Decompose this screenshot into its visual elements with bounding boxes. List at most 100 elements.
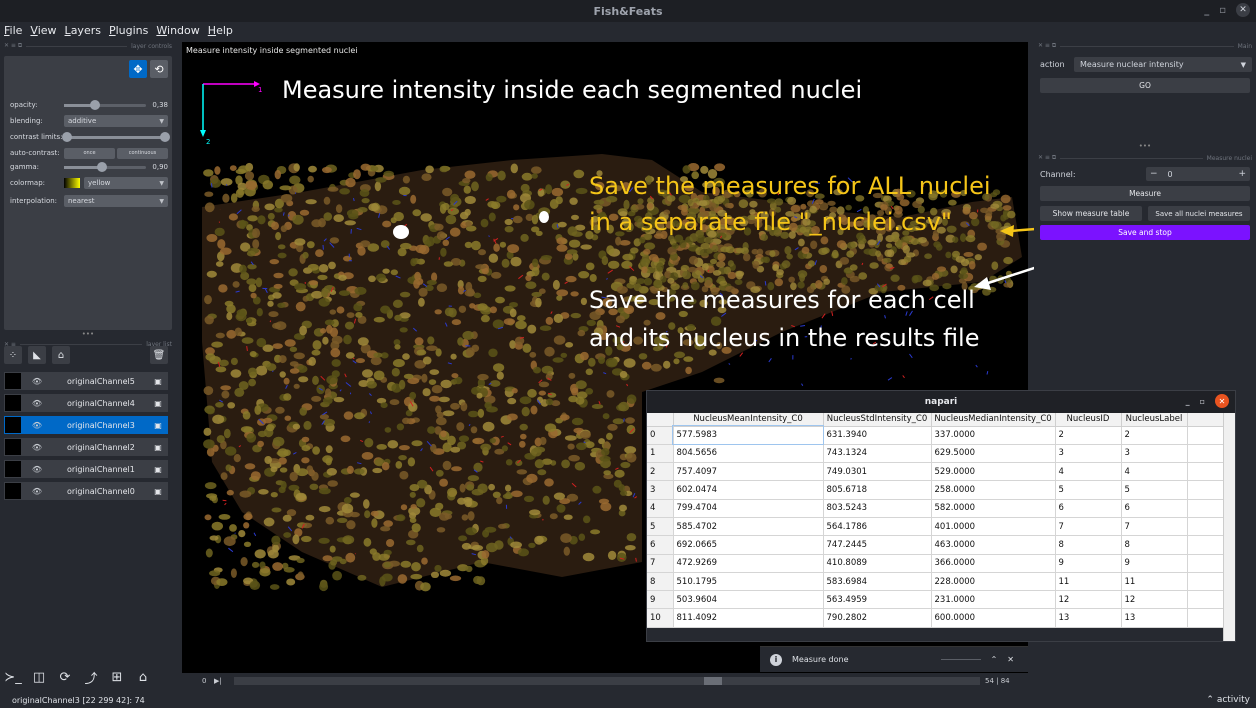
table-row[interactable]: 5 585.4702 564.1786 401.0000 7 7 <box>647 517 1226 537</box>
channel-spinbox[interactable]: −0 + <box>1146 167 1250 181</box>
table-row[interactable]: 3 602.0474 805.6718 258.0000 5 5 <box>647 480 1226 500</box>
gamma-slider[interactable] <box>64 161 146 172</box>
drag-handle-icon[interactable]: ••• <box>1034 142 1256 150</box>
transpose-icon[interactable]: ⤴ <box>82 668 100 687</box>
layer-row[interactable]: 👁 originalChannel1 ▣ <box>4 460 168 478</box>
menu-file[interactable]: File <box>0 22 26 40</box>
table-cell[interactable]: 4 <box>1055 462 1122 482</box>
visibility-eye-icon[interactable]: 👁 <box>27 377 47 386</box>
table-cell[interactable]: 7 <box>1121 517 1188 537</box>
column-header[interactable]: NucleusLabel <box>1121 413 1188 427</box>
table-cell[interactable]: 510.1795 <box>673 572 824 592</box>
minimize-icon[interactable]: _ <box>1204 5 1209 16</box>
opacity-slider[interactable] <box>64 99 146 110</box>
layer-row[interactable]: 👁 originalChannel3 ▣ <box>4 416 168 434</box>
table-cell[interactable]: 629.5000 <box>931 444 1056 464</box>
maximize-icon[interactable]: ▫ <box>1219 5 1226 16</box>
table-cell[interactable]: 805.6718 <box>823 480 932 500</box>
table-cell[interactable]: 8 <box>1055 535 1122 555</box>
column-header[interactable]: NucleusID <box>1055 413 1122 427</box>
table-cell[interactable]: 5 <box>1055 480 1122 500</box>
table-cell[interactable]: 8 <box>1121 535 1188 555</box>
table-cell[interactable]: 12 <box>1121 590 1188 610</box>
table-cell[interactable]: 747.2445 <box>823 535 932 555</box>
home-icon[interactable]: ⌂ <box>134 668 152 686</box>
table-cell[interactable]: 577.5983 <box>672 424 824 446</box>
table-cell[interactable]: 631.3940 <box>823 426 932 445</box>
menu-plugins[interactable]: Plugins <box>105 22 152 40</box>
table-cell[interactable]: 2 <box>1121 426 1188 445</box>
table-cell[interactable]: 804.5656 <box>673 444 824 464</box>
measure-button[interactable]: Measure <box>1040 186 1250 201</box>
visibility-eye-icon[interactable]: 👁 <box>27 465 47 474</box>
table-cell[interactable]: 583.6984 <box>823 572 932 592</box>
dims-thumb[interactable] <box>704 677 722 685</box>
table-cell[interactable]: 228.0000 <box>931 572 1056 592</box>
table-cell[interactable]: 5 <box>1121 480 1188 500</box>
contrast-limits-slider[interactable] <box>62 131 170 142</box>
blending-select[interactable]: additive ▼ <box>64 115 168 127</box>
table-cell[interactable]: 692.0665 <box>673 535 824 555</box>
table-cell[interactable]: 4 <box>1121 462 1188 482</box>
table-cell[interactable]: 803.5243 <box>823 499 932 518</box>
table-cell[interactable]: 3 <box>1055 444 1122 464</box>
minimize-icon[interactable]: _ <box>1186 397 1190 406</box>
visibility-eye-icon[interactable]: 👁 <box>27 399 47 408</box>
table-cell[interactable]: 503.9604 <box>673 590 824 610</box>
interpolation-select[interactable]: nearest ▼ <box>64 195 168 207</box>
dims-slider[interactable]: 0 ▶| 54 | 84 <box>182 673 1028 689</box>
column-header[interactable]: NucleusMedianIntensity_C0 <box>931 413 1056 427</box>
new-shapes-icon[interactable]: ◣ <box>28 346 46 364</box>
table-row[interactable]: 2 757.4097 749.0301 529.0000 4 4 <box>647 462 1226 482</box>
table-cell[interactable]: 799.4704 <box>673 499 824 518</box>
menu-layers[interactable]: Layers <box>61 22 105 40</box>
table-cell[interactable]: 13 <box>1055 608 1122 628</box>
table-cell[interactable]: 3 <box>1121 444 1188 464</box>
table-cell[interactable]: 401.0000 <box>931 517 1056 537</box>
table-cell[interactable]: 13 <box>1121 608 1188 628</box>
layer-row[interactable]: 👁 originalChannel0 ▣ <box>4 482 168 500</box>
column-header[interactable]: NucleusStdIntensity_C0 <box>823 413 932 427</box>
close-icon[interactable]: ✕ <box>1236 3 1250 17</box>
dock-close-icon[interactable]: ✕ ≡ ⧉ <box>1038 42 1056 50</box>
visibility-eye-icon[interactable]: 👁 <box>27 443 47 452</box>
table-row[interactable]: 9 503.9604 563.4959 231.0000 12 12 <box>647 590 1226 610</box>
visibility-eye-icon[interactable]: 👁 <box>27 487 47 496</box>
table-cell[interactable]: 529.0000 <box>931 462 1056 482</box>
table-row[interactable]: 10 811.4092 790.2802 600.0000 13 13 <box>647 608 1226 628</box>
table-cell[interactable]: 6 <box>1121 499 1188 518</box>
colormap-select[interactable]: yellow ▼ <box>84 177 168 189</box>
table-cell[interactable]: 11 <box>1121 572 1188 592</box>
table-cell[interactable]: 790.2802 <box>823 608 932 628</box>
pan-zoom-icon[interactable]: ✥ <box>129 60 147 78</box>
table-cell[interactable]: 757.4097 <box>673 462 824 482</box>
table-cell[interactable]: 563.4959 <box>823 590 932 610</box>
table-cell[interactable]: 602.0474 <box>673 480 824 500</box>
table-cell[interactable]: 811.4092 <box>673 608 824 628</box>
menu-view[interactable]: View <box>26 22 60 40</box>
grid-icon[interactable]: ⊞ <box>108 668 126 686</box>
table-cell[interactable]: 12 <box>1055 590 1122 610</box>
table-cell[interactable]: 11 <box>1055 572 1122 592</box>
table-cell[interactable]: 9 <box>1121 554 1188 573</box>
menu-help[interactable]: Help <box>204 22 237 40</box>
action-select[interactable]: Measure nuclear intensity ▼ <box>1074 57 1252 72</box>
transform-icon[interactable]: ⟲ <box>150 60 168 78</box>
table-cell[interactable]: 564.1786 <box>823 517 932 537</box>
table-cell[interactable]: 463.0000 <box>931 535 1056 555</box>
table-cell[interactable]: 410.8089 <box>823 554 932 573</box>
column-header[interactable] <box>647 413 674 427</box>
close-icon[interactable]: ✕ <box>1215 394 1229 408</box>
save-all-nuclei-button[interactable]: Save all nuclei measures <box>1148 206 1250 221</box>
table-cell[interactable]: 7 <box>1055 517 1122 537</box>
table-cell[interactable]: 231.0000 <box>931 590 1056 610</box>
visibility-eye-icon[interactable]: 👁 <box>27 421 47 430</box>
menu-window[interactable]: Window <box>152 22 203 40</box>
play-icon[interactable]: ▶| <box>214 677 222 685</box>
table-cell[interactable]: 258.0000 <box>931 480 1056 500</box>
dims-track[interactable] <box>234 677 980 685</box>
layer-row[interactable]: 👁 originalChannel2 ▣ <box>4 438 168 456</box>
table-scrollbar[interactable] <box>1223 413 1235 641</box>
ndisplay-icon[interactable]: ◫ <box>30 668 48 686</box>
table-row[interactable]: 6 692.0665 747.2445 463.0000 8 8 <box>647 535 1226 555</box>
